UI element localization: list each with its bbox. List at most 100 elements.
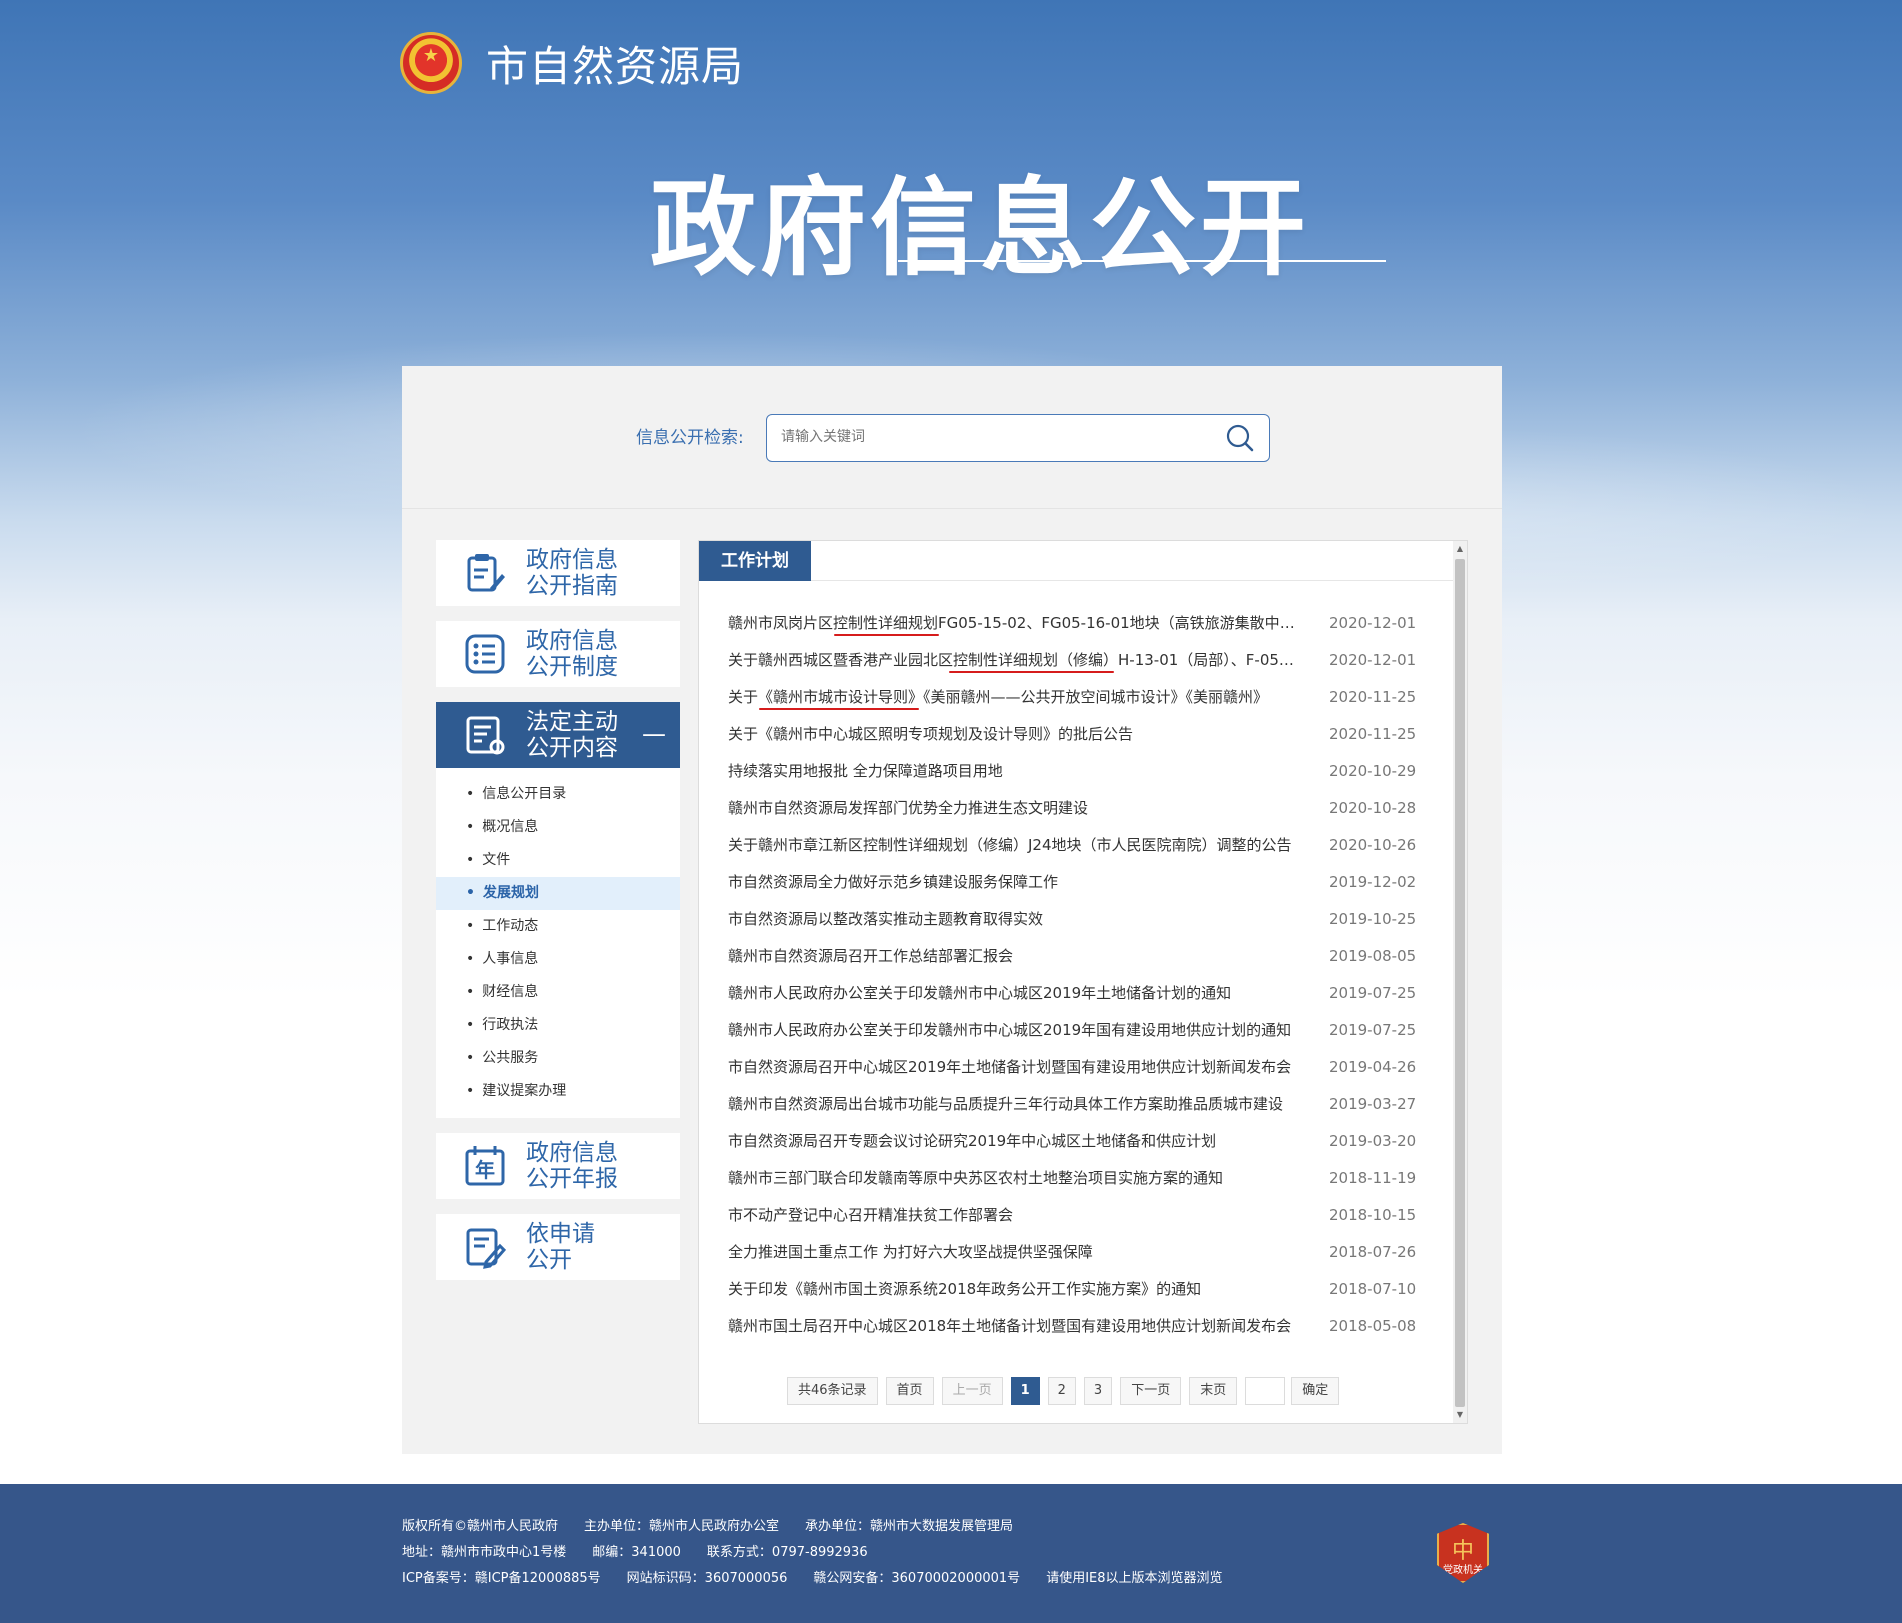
search-icon[interactable] [1225, 423, 1255, 453]
list-item[interactable]: 市自然资源局召开中心城区2019年土地储备计划暨国有建设用地供应计划新闻发布会 2… [728, 1048, 1418, 1085]
article-title-link[interactable]: 持续落实用地报批 全力保障道路项目用地 [728, 760, 1308, 781]
sidebar: 政府信息公开指南 政府信息公开制度 法定主动公开内容 — 信息公开目录 [436, 540, 680, 1295]
party-gov-badge-icon[interactable]: 中 党政机关 [1437, 1523, 1489, 1583]
article-title-link[interactable]: 关于赣州市章江新区控制性详细规划（修编）J24地块（市人民医院南院）调整的公告 [728, 834, 1308, 855]
article-title-link[interactable]: 赣州市人民政府办公室关于印发赣州市中心城区2019年国有建设用地供应计划的通知 [728, 1019, 1308, 1040]
list-item[interactable]: 赣州市自然资源局出台城市功能与品质提升三年行动具体工作方案助推品质城市建设 201… [728, 1085, 1418, 1122]
article-title-link[interactable]: 关于赣州西城区暨香港产业园北区控制性详细规划（修编）H-13-01（局部）、F-… [728, 649, 1308, 670]
search-label: 信息公开检索: [636, 428, 744, 448]
list-item[interactable]: 市不动产登记中心召开精准扶贫工作部署会 2018-10-15 [728, 1196, 1418, 1233]
list-item[interactable]: 关于印发《赣州市国土资源系统2018年政务公开工作实施方案》的通知 2018-07… [728, 1270, 1418, 1307]
sidebar-sub-list: 信息公开目录 概况信息 文件 发展规划 工作动态 人事信息 财经信息 行政执法 … [436, 768, 680, 1118]
sidebar-card-label: 公开年报 [526, 1166, 618, 1192]
pager-first-button[interactable]: 首页 [885, 1377, 934, 1405]
article-date: 2019-12-02 [1329, 872, 1417, 891]
scrollbar[interactable]: ▲ ▼ [1453, 541, 1467, 1423]
article-title-link[interactable]: 关于《赣州市城市设计导则》《美丽赣州——公共开放空间城市设计》《美丽赣州》 [728, 686, 1308, 707]
org-name: 市自然资源局 [486, 41, 745, 91]
list-item[interactable]: 关于赣州市章江新区控制性详细规划（修编）J24地块（市人民医院南院）调整的公告 2… [728, 826, 1418, 863]
scroll-up-icon[interactable]: ▲ [1453, 542, 1467, 556]
footer-browser-tip: 请使用IE8以上版本浏览器浏览 [1046, 1571, 1223, 1586]
sidebar-sub-item[interactable]: 概况信息 [436, 811, 680, 844]
list-item[interactable]: 赣州市凤岗片区控制性详细规划FG05-15-02、FG05-16-01地块（高铁… [728, 604, 1418, 641]
scroll-thumb[interactable] [1455, 559, 1465, 1407]
footer-sponsor: 主办单位：赣州市人民政府办公室 [584, 1519, 780, 1534]
article-date: 2020-11-25 [1329, 687, 1417, 706]
sidebar-sub-item[interactable]: 公共服务 [436, 1042, 680, 1075]
article-title-link[interactable]: 市自然资源局全力做好示范乡镇建设服务保障工作 [728, 871, 1308, 892]
article-title-link[interactable]: 赣州市自然资源局出台城市功能与品质提升三年行动具体工作方案助推品质城市建设 [728, 1093, 1308, 1114]
list-item[interactable]: 市自然资源局全力做好示范乡镇建设服务保障工作 2019-12-02 [728, 863, 1418, 900]
article-list: 赣州市凤岗片区控制性详细规划FG05-15-02、FG05-16-01地块（高铁… [728, 604, 1418, 1344]
sidebar-sub-item[interactable]: 工作动态 [436, 910, 680, 943]
pager-confirm-button[interactable]: 确定 [1291, 1377, 1340, 1405]
sidebar-card-label: 公开 [526, 1247, 572, 1273]
article-date: 2020-10-29 [1329, 761, 1417, 780]
sidebar-sub-item[interactable]: 行政执法 [436, 1009, 680, 1042]
pager-page-input[interactable] [1245, 1377, 1286, 1405]
pager-last-button[interactable]: 末页 [1189, 1377, 1238, 1405]
list-item[interactable]: 市自然资源局以整改落实推动主题教育取得实效 2019-10-25 [728, 900, 1418, 937]
footer-contact: 联系方式：0797-8992936 [706, 1545, 868, 1560]
list-item[interactable]: 市自然资源局召开专题会议讨论研究2019年中心城区土地储备和供应计划 2019-0… [728, 1122, 1418, 1159]
article-date: 2019-03-20 [1329, 1131, 1417, 1150]
list-item[interactable]: 赣州市三部门联合印发赣南等原中央苏区农村土地整治项目实施方案的通知 2018-11… [728, 1159, 1418, 1196]
article-title-link[interactable]: 赣州市三部门联合印发赣南等原中央苏区农村土地整治项目实施方案的通知 [728, 1167, 1308, 1188]
sidebar-card-statutory[interactable]: 法定主动 公开内容 — [436, 702, 680, 768]
hero-title: 政府信息公开 [650, 167, 1310, 290]
site-brand[interactable]: ★ 市自然资源局 [400, 30, 744, 96]
list-item[interactable]: 全力推进国土重点工作 为打好六大攻坚战提供坚强保障 2018-07-26 [728, 1233, 1418, 1270]
list-item[interactable]: 赣州市人民政府办公室关于印发赣州市中心城区2019年国有建设用地供应计划的通知 2… [728, 1011, 1418, 1048]
article-title-link[interactable]: 赣州市国土局召开中心城区2018年土地储备计划暨国有建设用地供应计划新闻发布会 [728, 1315, 1308, 1336]
sidebar-sub-item[interactable]: 建议提案办理 [436, 1075, 680, 1108]
tab-work-plan[interactable]: 工作计划 [699, 541, 811, 581]
list-icon [465, 634, 505, 674]
sidebar-sub-item[interactable]: 文件 [436, 844, 680, 877]
collapse-icon[interactable]: — [642, 720, 666, 748]
list-item[interactable]: 赣州市自然资源局发挥部门优势全力推进生态文明建设 2020-10-28 [728, 789, 1418, 826]
article-date: 2020-11-25 [1329, 724, 1417, 743]
sidebar-card-annual-report[interactable]: 年 政府信息 公开年报 [436, 1133, 680, 1199]
footer-icp[interactable]: ICP备案号：赣ICP备12000885号 [402, 1571, 601, 1586]
article-title-link[interactable]: 市自然资源局以整改落实推动主题教育取得实效 [728, 908, 1308, 929]
pager-prev-button[interactable]: 上一页 [941, 1377, 1003, 1405]
sidebar-card-label: 法定主动 [526, 709, 618, 735]
article-title-link[interactable]: 市自然资源局召开专题会议讨论研究2019年中心城区土地储备和供应计划 [728, 1130, 1308, 1151]
highlight-underline [759, 708, 919, 710]
article-title-link[interactable]: 赣州市人民政府办公室关于印发赣州市中心城区2019年土地储备计划的通知 [728, 982, 1308, 1003]
national-emblem-icon: ★ [400, 32, 462, 94]
pager-page-3[interactable]: 3 [1083, 1377, 1113, 1405]
scroll-down-icon[interactable]: ▼ [1453, 1408, 1467, 1422]
article-title-link[interactable]: 全力推进国土重点工作 为打好六大攻坚战提供坚强保障 [728, 1241, 1308, 1262]
pager-page-2[interactable]: 2 [1047, 1377, 1076, 1405]
sidebar-sub-item[interactable]: 信息公开目录 [436, 778, 680, 811]
list-item[interactable]: 关于《赣州市中心城区照明专项规划及设计导则》的批后公告 2020-11-25 [728, 715, 1418, 752]
main-panel: 信息公开检索: 政府信息公开指南 [402, 366, 1502, 1454]
sidebar-card-label: 依申请 [526, 1221, 595, 1247]
sidebar-sub-item-active[interactable]: 发展规划 [436, 877, 680, 910]
article-title-link[interactable]: 赣州市凤岗片区控制性详细规划FG05-15-02、FG05-16-01地块（高铁… [728, 612, 1308, 633]
article-title-link[interactable]: 关于《赣州市中心城区照明专项规划及设计导则》的批后公告 [728, 723, 1308, 744]
document-icon [466, 716, 505, 755]
highlight-underline [949, 671, 1114, 673]
edit-document-icon [466, 1228, 507, 1269]
article-title-link[interactable]: 赣州市自然资源局召开工作总结部署汇报会 [728, 945, 1308, 966]
pager-page-1[interactable]: 1 [1010, 1377, 1040, 1405]
calendar-year-glyph: 年 [475, 1158, 495, 1182]
sidebar-card-system[interactable]: 政府信息 公开制度 [436, 621, 680, 687]
sidebar-card-application[interactable]: 依申请 公开 [436, 1214, 680, 1280]
list-item[interactable]: 持续落实用地报批 全力保障道路项目用地 2020-10-29 [728, 752, 1418, 789]
footer-police-record[interactable]: 赣公网安备：36070002000001号 [813, 1571, 1020, 1586]
list-item[interactable]: 赣州市人民政府办公室关于印发赣州市中心城区2019年土地储备计划的通知 2019-… [728, 974, 1418, 1011]
article-title-link[interactable]: 关于印发《赣州市国土资源系统2018年政务公开工作实施方案》的通知 [728, 1278, 1308, 1299]
article-title-link[interactable]: 赣州市自然资源局发挥部门优势全力推进生态文明建设 [728, 797, 1308, 818]
list-item[interactable]: 赣州市自然资源局召开工作总结部署汇报会 2019-08-05 [728, 937, 1418, 974]
list-item[interactable]: 赣州市国土局召开中心城区2018年土地储备计划暨国有建设用地供应计划新闻发布会 2… [728, 1307, 1418, 1344]
sidebar-card-guide[interactable]: 政府信息 公开指南 [436, 540, 680, 606]
search-input[interactable] [767, 415, 1207, 459]
article-title-link[interactable]: 市不动产登记中心召开精准扶贫工作部署会 [728, 1204, 1308, 1225]
sidebar-sub-item[interactable]: 人事信息 [436, 943, 680, 976]
sidebar-sub-item[interactable]: 财经信息 [436, 976, 680, 1009]
article-title-link[interactable]: 市自然资源局召开中心城区2019年土地储备计划暨国有建设用地供应计划新闻发布会 [728, 1056, 1308, 1077]
pager-next-button[interactable]: 下一页 [1120, 1377, 1182, 1405]
